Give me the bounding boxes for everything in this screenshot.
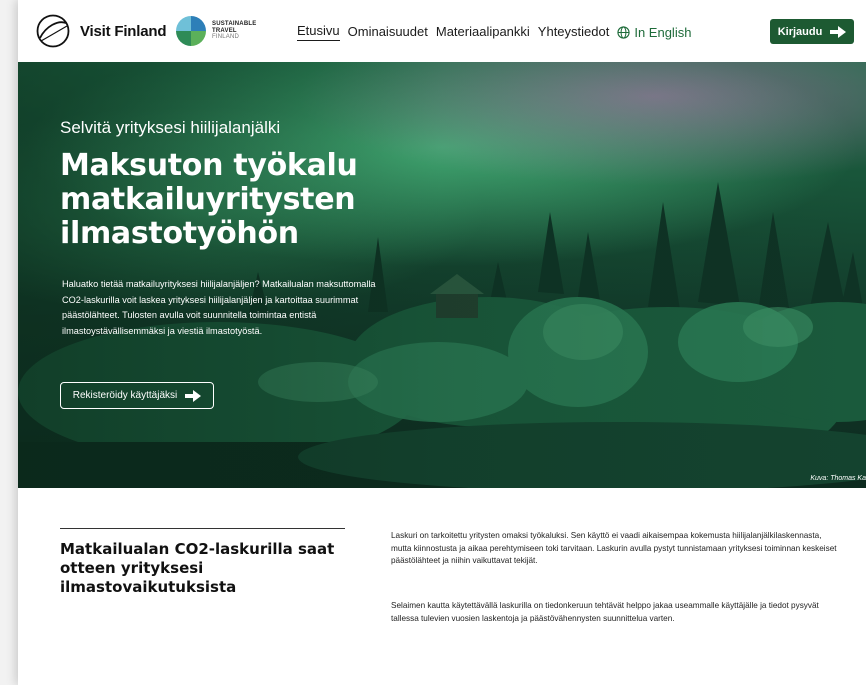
site-header: Visit Finland SUSTAINABLE TRAVEL FINLAND… <box>18 0 866 62</box>
register-button[interactable]: Rekisteröidy käyttäjäksi <box>60 382 214 409</box>
nav-item-etusivu[interactable]: Etusivu <box>297 23 340 41</box>
language-switch[interactable]: In English <box>617 25 691 40</box>
nav-item-yhteystiedot[interactable]: Yhteystiedot <box>538 24 610 41</box>
sustainable-travel-text: SUSTAINABLE TRAVEL FINLAND <box>212 21 256 41</box>
arrow-right-icon <box>830 25 847 38</box>
divider <box>60 528 345 529</box>
login-button[interactable]: Kirjaudu <box>770 19 854 44</box>
st-line-1: SUSTAINABLE <box>212 21 257 28</box>
info-paragraph-1: Laskuri on tarkoitettu yritysten omaksi … <box>391 531 837 566</box>
hero-description: Haluatko tietää matkailuyrityksesi hiili… <box>62 279 376 336</box>
hero-section: Selvitä yrityksesi hiilijalanjälki Maksu… <box>18 62 866 488</box>
globe-icon <box>617 25 630 39</box>
login-label: Kirjaudu <box>777 25 823 38</box>
main-nav: Etusivu Ominaisuudet Materiaalipankki Yh… <box>297 23 691 41</box>
brand-name: Visit Finland <box>80 22 167 40</box>
nav-item-ominaisuudet[interactable]: Ominaisuudet <box>348 24 428 41</box>
nav-item-materiaalipankki[interactable]: Materiaalipankki <box>436 24 530 41</box>
info-paragraph-2: Selaimen kautta käytettävällä laskurilla… <box>391 601 819 623</box>
page: Visit Finland SUSTAINABLE TRAVEL FINLAND… <box>18 0 866 685</box>
hero-eyebrow: Selvitä yrityksesi hiilijalanjälki <box>60 118 281 137</box>
st-line-3: FINLAND <box>212 34 240 41</box>
register-label: Rekisteröidy käyttäjäksi <box>72 390 178 401</box>
sustainable-travel-logo: SUSTAINABLE TRAVEL FINLAND <box>176 16 256 46</box>
sustainable-travel-globe-icon <box>176 16 206 46</box>
hero-title: Maksuton työkalu matkailuyritysten ilmas… <box>60 148 358 251</box>
language-label: In English <box>634 24 692 40</box>
info-heading: Matkailualan CO2-laskurilla saat otteen … <box>60 540 335 596</box>
arrow-right-icon <box>185 389 202 402</box>
visit-finland-logo-icon <box>36 14 70 48</box>
photo-credit: Kuva: Thomas Ka <box>810 475 866 482</box>
visit-finland-logo[interactable]: Visit Finland <box>36 14 167 48</box>
